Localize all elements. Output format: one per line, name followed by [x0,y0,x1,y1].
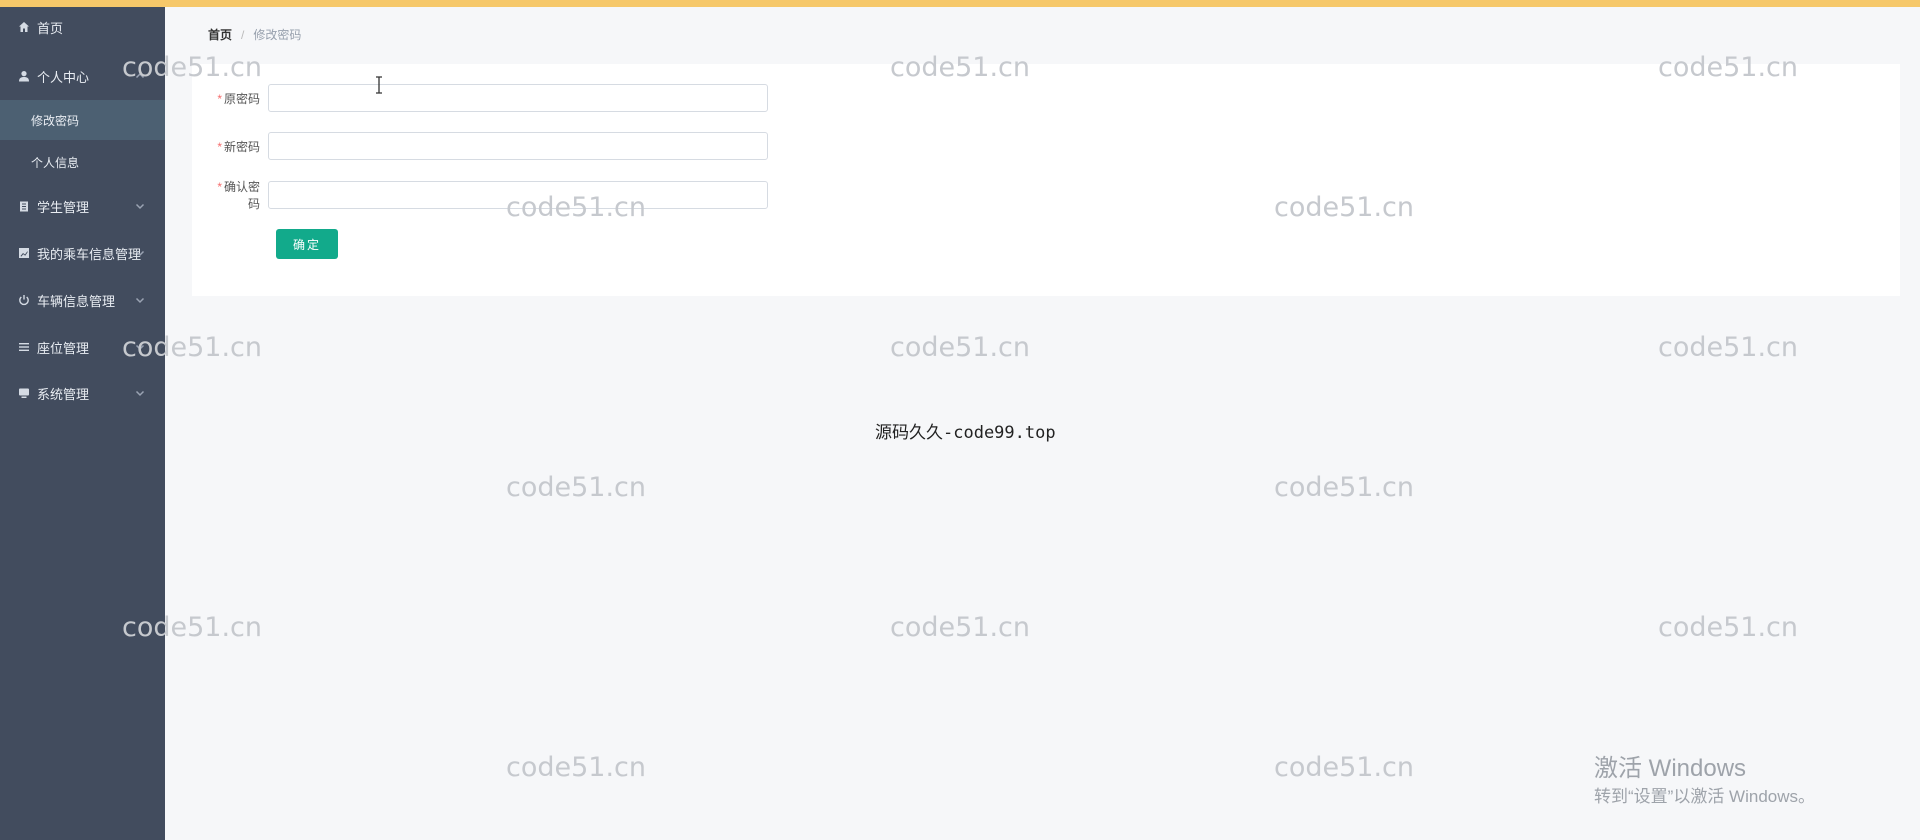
breadcrumb-current: 修改密码 [253,28,302,42]
monitor-icon [18,387,30,399]
required-mark: * [217,139,222,154]
watermark: code51.cn [1658,612,1799,643]
clipboard-icon [18,200,30,212]
watermark: code51.cn [506,472,647,503]
sidebar-item-label: 我的乘车信息管理 [37,246,142,262]
chevron-down-icon [135,199,147,211]
sidebar-item-label: 座位管理 [37,340,90,356]
user-icon [18,70,30,82]
sidebar-item-label: 车辆信息管理 [37,293,116,309]
sidebar-item-label: 首页 [37,20,64,36]
sidebar-subitem-change-password[interactable]: 修改密码 [0,100,165,140]
chevron-down-icon [135,293,147,305]
power-icon [18,294,30,306]
sidebar-item-seat-management[interactable]: 座位管理 [0,327,165,367]
watermark: code51.cn [890,612,1031,643]
chevron-down-icon [135,340,147,352]
chart-icon [18,247,30,259]
chevron-down-icon [135,246,147,258]
new-password-label: * 新密码 [217,139,260,154]
sidebar-subitem-label: 个人信息 [31,155,80,170]
list-icon [18,341,30,353]
watermark: code51.cn [1274,472,1415,503]
required-mark: * [217,91,222,106]
confirm-password-row: * 确认密码 [210,179,768,211]
watermark: code51.cn [1274,752,1415,783]
windows-activation-notice: 激活 Windows 转到“设置”以激活 Windows。 [1594,755,1815,808]
chevron-up-icon [135,69,147,81]
sidebar-item-student-management[interactable]: 学生管理 [0,186,165,226]
watermark: code51.cn [890,332,1031,363]
old-password-input[interactable] [268,84,768,112]
confirm-button[interactable]: 确定 [276,229,338,259]
old-password-label: * 原密码 [217,91,260,106]
sidebar: 首页 个人中心 修改密码 个人信息 学生管理 我的乘车信息管理 车辆信息管理 座… [0,7,165,840]
breadcrumb-separator: / [241,27,245,42]
sidebar-item-label: 个人中心 [37,69,90,85]
sidebar-subitem-label: 修改密码 [31,113,80,128]
watermark: code51.cn [506,752,647,783]
sidebar-item-system-management[interactable]: 系统管理 [0,373,165,413]
home-icon [18,21,30,33]
sidebar-item-vehicle-info[interactable]: 车辆信息管理 [0,280,165,320]
breadcrumb-home[interactable]: 首页 [208,26,232,43]
sidebar-item-my-ride-info[interactable]: 我的乘车信息管理 [0,233,165,273]
sidebar-item-label: 系统管理 [37,386,90,402]
new-password-input[interactable] [268,132,768,160]
sidebar-item-personal-center[interactable]: 个人中心 [0,56,165,96]
watermark: code51.cn [1658,332,1799,363]
sidebar-item-home[interactable]: 首页 [0,7,165,47]
required-mark: * [217,180,222,194]
confirm-password-label: * 确认密码 [217,180,260,211]
top-accent-bar [0,0,1920,7]
windows-activation-subtitle: 转到“设置”以激活 Windows。 [1594,787,1816,806]
breadcrumb: 首页 / 修改密码 [208,26,301,43]
old-password-row: * 原密码 [210,82,768,114]
source-site-text: 源码久久-code99.top [875,423,1056,443]
text-cursor-icon [376,76,382,94]
confirm-password-input[interactable] [268,181,768,209]
sidebar-subitem-personal-info[interactable]: 个人信息 [0,142,165,182]
windows-activation-title: 激活 Windows [1594,755,1747,782]
sidebar-item-label: 学生管理 [37,199,90,215]
chevron-down-icon [135,386,147,398]
new-password-row: * 新密码 [210,130,768,162]
